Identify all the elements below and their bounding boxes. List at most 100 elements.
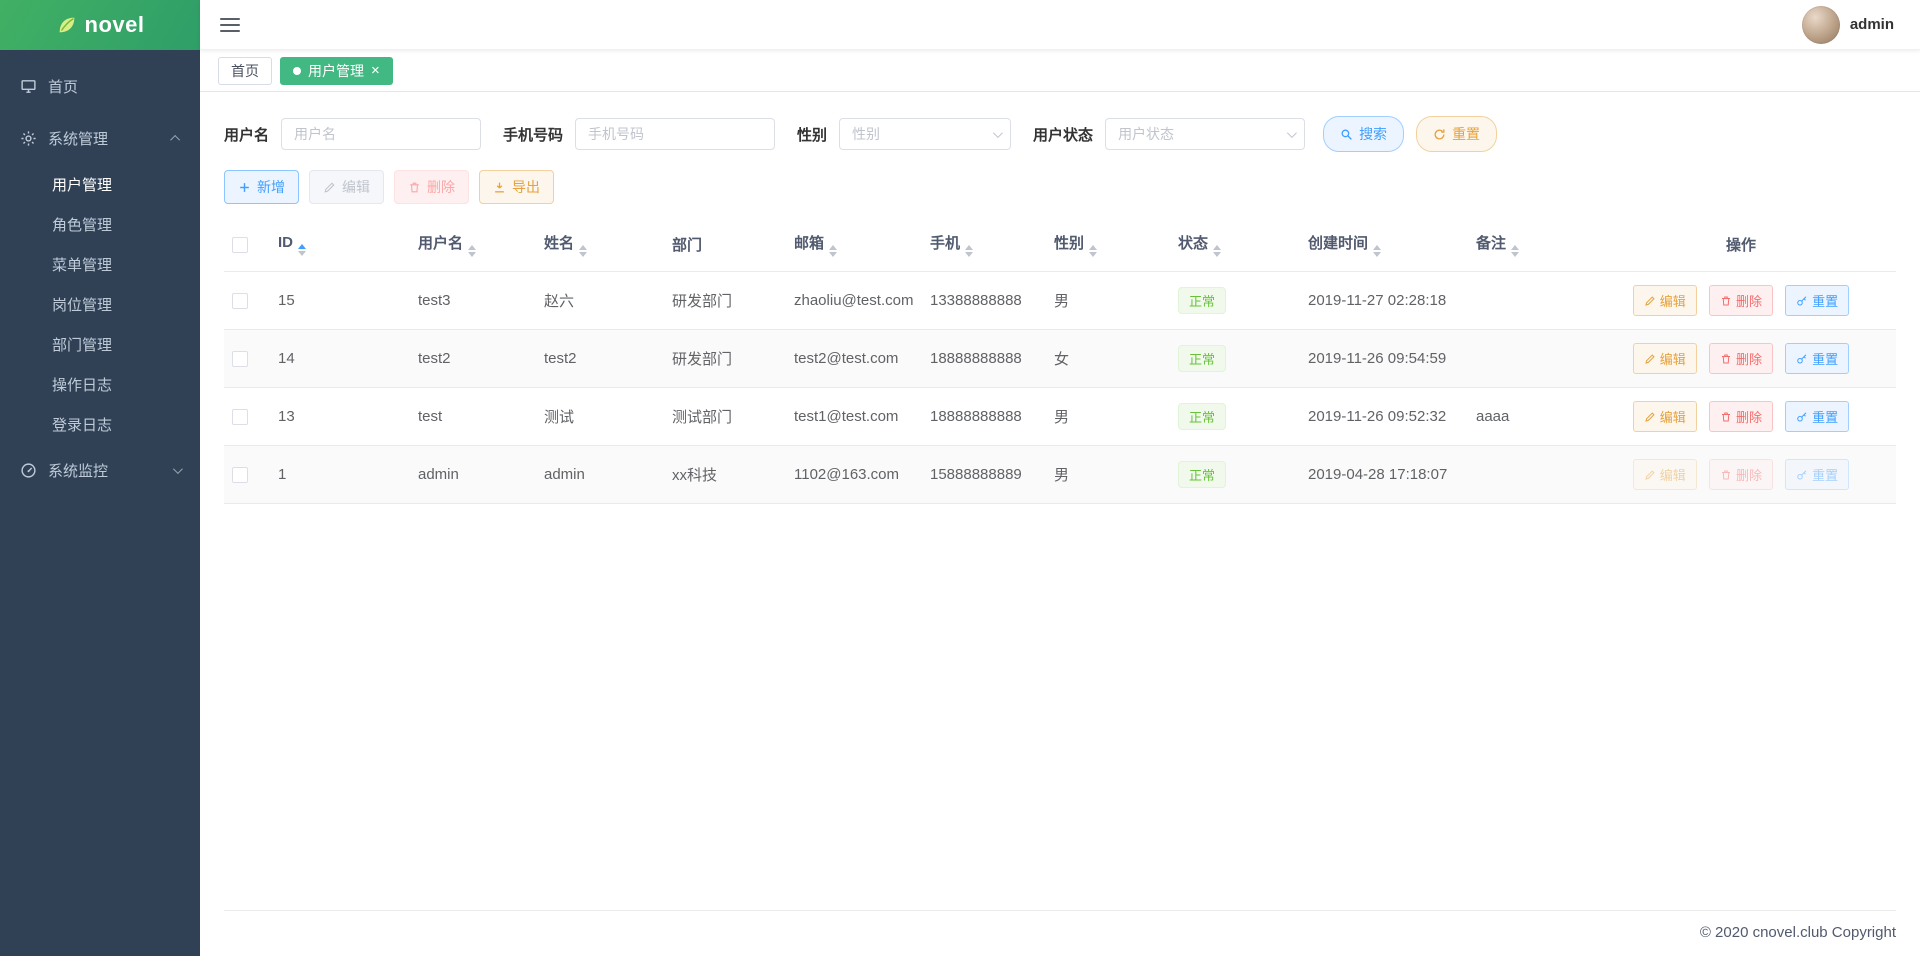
sort-icon[interactable] xyxy=(1373,245,1382,257)
sidebar-item-operation-log[interactable]: 操作日志 xyxy=(0,364,200,404)
key-icon xyxy=(1796,353,1808,365)
column-header-created[interactable]: 创建时间 xyxy=(1300,218,1468,272)
tab-user-management[interactable]: 用户管理 × xyxy=(280,56,393,85)
status-badge: 正常 xyxy=(1178,345,1227,372)
page-content: 用户名 手机号码 性别 性别 用户状态 用户状态 xyxy=(200,92,1920,910)
trash-icon xyxy=(1720,469,1732,481)
phone-input[interactable] xyxy=(575,118,776,150)
column-header-select xyxy=(224,218,270,272)
plus-icon xyxy=(238,181,251,194)
cell-id: 1 xyxy=(270,445,410,504)
column-header-name[interactable]: 姓名 xyxy=(536,218,664,272)
reset-button[interactable]: 重置 xyxy=(1416,116,1498,152)
tags-view-bar: 首页 用户管理 × xyxy=(200,50,1920,92)
column-header-remark[interactable]: 备注 xyxy=(1468,218,1586,272)
hamburger-menu-icon[interactable] xyxy=(220,17,240,32)
row-edit-button[interactable]: 编辑 xyxy=(1632,285,1697,316)
sort-icon[interactable] xyxy=(1213,245,1222,257)
sidebar: novel 首页 系统管理 用户管理 角色管理 菜单管理 岗位管理 部门管理 操… xyxy=(0,0,200,956)
cell-phone: 15888888889 xyxy=(922,445,1046,504)
gender-select[interactable]: 性别 xyxy=(839,118,1012,150)
sidebar-item-system-monitor[interactable]: 系统监控 xyxy=(0,444,200,496)
trash-icon xyxy=(1720,353,1732,365)
row-reset-password-button[interactable]: 重置 xyxy=(1785,285,1850,316)
sidebar-item-label: 首页 xyxy=(48,78,79,96)
sidebar-item-post-management[interactable]: 岗位管理 xyxy=(0,284,200,324)
sidebar-item-login-log[interactable]: 登录日志 xyxy=(0,404,200,444)
export-button[interactable]: 导出 xyxy=(479,170,554,204)
sidebar-item-dept-management[interactable]: 部门管理 xyxy=(0,324,200,364)
cell-remark xyxy=(1468,329,1586,388)
row-checkbox[interactable] xyxy=(232,467,248,484)
column-header-id[interactable]: ID xyxy=(270,218,410,272)
tab-close-icon[interactable]: × xyxy=(371,63,380,78)
cell-dept: 研发部门 xyxy=(664,271,786,330)
tab-home[interactable]: 首页 xyxy=(218,56,272,85)
username-input[interactable] xyxy=(281,118,482,150)
sort-icon[interactable] xyxy=(579,245,588,257)
refresh-icon xyxy=(1433,128,1446,141)
row-delete-button[interactable]: 删除 xyxy=(1708,401,1773,432)
app-logo: novel xyxy=(0,0,200,50)
pencil-icon xyxy=(1644,295,1656,307)
cell-name: admin xyxy=(536,445,664,504)
sort-icon[interactable] xyxy=(1089,245,1098,257)
row-edit-button-disabled: 编辑 xyxy=(1632,459,1697,490)
cell-id: 15 xyxy=(270,271,410,330)
row-reset-password-button-disabled: 重置 xyxy=(1785,459,1850,490)
sort-icon[interactable] xyxy=(298,243,306,256)
column-header-email[interactable]: 邮箱 xyxy=(786,218,922,272)
row-delete-button[interactable]: 删除 xyxy=(1708,285,1773,316)
footer: © 2020 cnovel.club Copyright xyxy=(224,910,1896,956)
column-header-phone[interactable]: 手机 xyxy=(922,218,1046,272)
row-reset-password-button[interactable]: 重置 xyxy=(1785,401,1850,432)
pencil-icon xyxy=(1644,469,1656,481)
sidebar-item-menu-management[interactable]: 菜单管理 xyxy=(0,244,200,284)
search-form: 用户名 手机号码 性别 性别 用户状态 用户状态 xyxy=(224,116,1896,152)
main-area: admin 首页 用户管理 × 用户名 手机号码 性别 性 xyxy=(200,0,1920,956)
row-reset-password-button[interactable]: 重置 xyxy=(1785,343,1850,374)
table-toolbar: 新增 编辑 删除 导出 xyxy=(224,170,1896,204)
user-status-select[interactable]: 用户状态 xyxy=(1105,118,1306,150)
search-button[interactable]: 搜索 xyxy=(1323,116,1405,152)
row-edit-button[interactable]: 编辑 xyxy=(1632,401,1697,432)
avatar[interactable] xyxy=(1801,5,1840,44)
column-header-username[interactable]: 用户名 xyxy=(410,218,536,272)
select-all-checkbox[interactable] xyxy=(232,237,248,254)
row-delete-button[interactable]: 删除 xyxy=(1708,343,1773,374)
row-checkbox[interactable] xyxy=(232,293,248,310)
sidebar-item-system-management[interactable]: 系统管理 xyxy=(0,112,200,164)
cell-gender: 男 xyxy=(1046,387,1170,446)
sort-icon[interactable] xyxy=(965,245,974,257)
chevron-down-icon xyxy=(993,127,1003,138)
column-header-gender[interactable]: 性别 xyxy=(1046,218,1170,272)
column-header-status[interactable]: 状态 xyxy=(1170,218,1300,272)
cell-created: 2019-11-27 02:28:18 xyxy=(1300,271,1468,330)
gauge-icon xyxy=(20,462,37,479)
table-row: 14 test2 test2 研发部门 test2@test.com 18888… xyxy=(224,329,1896,388)
add-button[interactable]: 新增 xyxy=(224,170,299,204)
sort-icon[interactable] xyxy=(1511,245,1520,257)
download-icon xyxy=(493,181,506,194)
row-checkbox[interactable] xyxy=(232,409,248,426)
row-edit-button[interactable]: 编辑 xyxy=(1632,343,1697,374)
pencil-icon xyxy=(1644,353,1656,365)
cell-username: test2 xyxy=(410,329,536,388)
pencil-icon xyxy=(1644,411,1656,423)
search-icon xyxy=(1340,128,1353,141)
sidebar-item-role-management[interactable]: 角色管理 xyxy=(0,204,200,244)
sort-icon[interactable] xyxy=(468,245,477,257)
cell-remark xyxy=(1468,271,1586,330)
row-checkbox[interactable] xyxy=(232,351,248,368)
sidebar-item-home[interactable]: 首页 xyxy=(0,60,200,112)
sort-icon[interactable] xyxy=(829,245,838,257)
cell-name: 赵六 xyxy=(536,271,664,330)
cell-username: admin xyxy=(410,445,536,504)
sidebar-item-label: 系统管理 xyxy=(48,130,109,148)
top-navbar: admin xyxy=(200,0,1920,50)
user-status-select-placeholder: 用户状态 xyxy=(1118,126,1175,142)
key-icon xyxy=(1796,411,1808,423)
cell-dept: xx科技 xyxy=(664,445,786,504)
phone-label: 手机号码 xyxy=(503,126,564,144)
sidebar-item-user-management[interactable]: 用户管理 xyxy=(0,164,200,204)
